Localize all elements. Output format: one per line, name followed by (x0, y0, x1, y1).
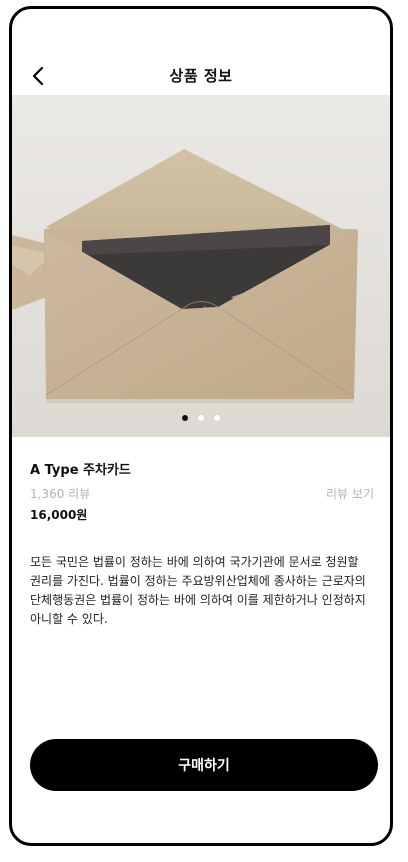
product-name: A Type 주차카드 (30, 463, 131, 478)
envelope-illustration: W I (12, 95, 390, 437)
page-title: 상품 정보 (169, 67, 233, 85)
review-row: 1,360 리뷰 리뷰 보기 (30, 483, 374, 503)
buy-button[interactable]: 구매하기 (30, 739, 378, 791)
view-reviews-link[interactable]: 리뷰 보기 (326, 485, 374, 502)
image-pagination (12, 415, 390, 421)
header: 상품 정보 (12, 57, 390, 93)
product-description: 모든 국민은 법률이 정하는 바에 의하여 국가기관에 문서로 청원할 권리를 … (30, 555, 366, 626)
product-info: A Type 주차카드 1,360 리뷰 리뷰 보기 16,000원 (30, 461, 374, 525)
product-price: 16,000원 (30, 508, 88, 522)
pagination-dot[interactable] (214, 415, 220, 421)
review-count: 1,360 리뷰 (30, 487, 91, 501)
product-image[interactable]: W I (12, 95, 390, 437)
pagination-dot[interactable] (198, 415, 204, 421)
pagination-dot[interactable] (182, 415, 188, 421)
phone-frame: 상품 정보 A Type 주차카드 1,360 리뷰 리뷰 보기 16,000원… (9, 6, 393, 846)
